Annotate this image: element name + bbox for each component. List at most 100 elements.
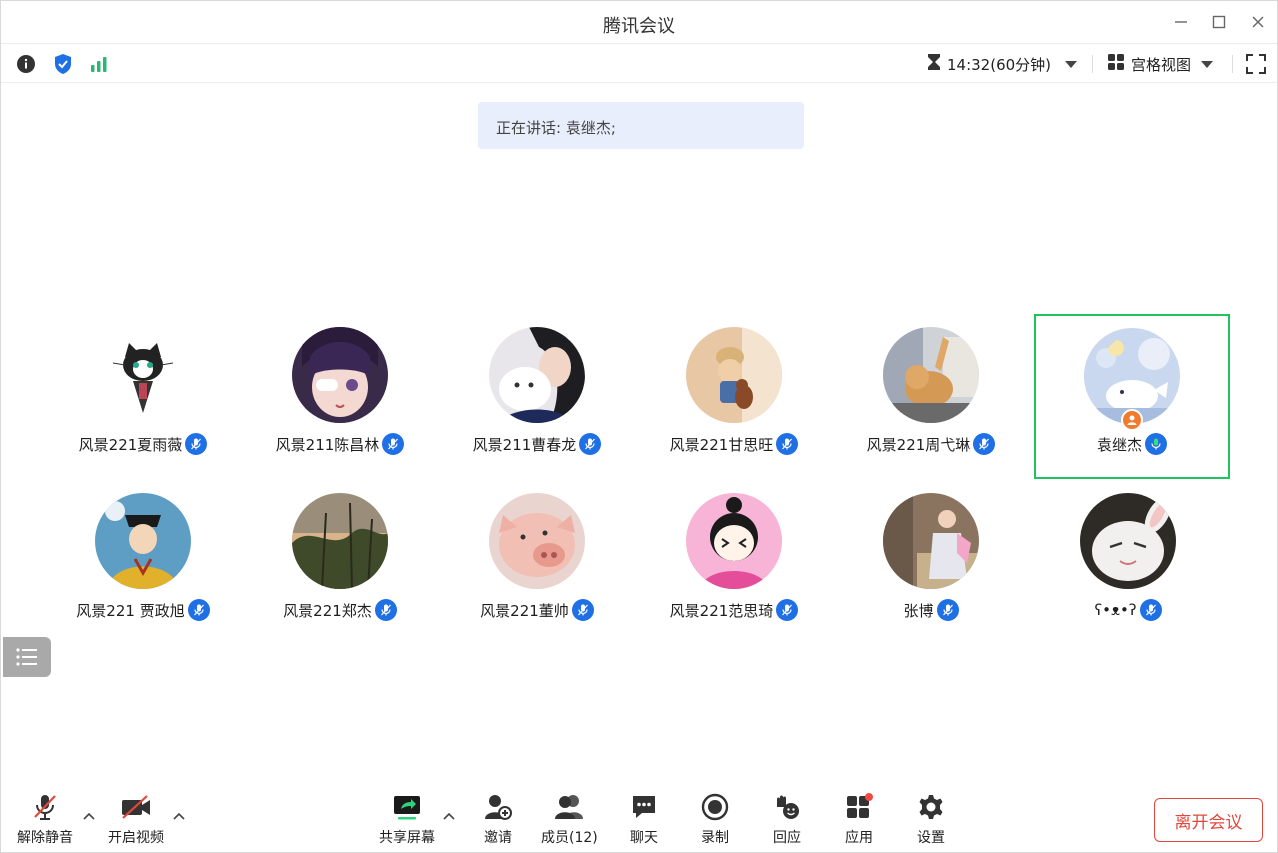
apps-label: 应用 — [845, 830, 873, 846]
chat-button[interactable]: 聊天 — [627, 791, 661, 847]
mic-muted-icon — [571, 599, 594, 621]
participant-name-row: 风景221夏雨薇 — [45, 433, 241, 455]
mic-muted-icon — [776, 433, 799, 455]
settings-label: 设置 — [917, 830, 945, 846]
apps-button[interactable]: 应用 — [842, 791, 876, 847]
participant-name-row: 风景221 贾政旭 — [45, 599, 241, 621]
mic-muted-icon — [579, 433, 602, 455]
mic-off-icon — [28, 791, 62, 823]
participant-name: 风景221郑杰 — [283, 601, 372, 620]
participant-tile[interactable]: 风景221 贾政旭 — [45, 481, 241, 646]
participant-name: 袁继杰 — [1096, 435, 1142, 454]
share-screen-button[interactable]: 共享屏幕 — [379, 791, 435, 847]
fullscreen-icon — [1246, 54, 1266, 74]
mic-muted-icon — [973, 433, 996, 455]
participant-name-row: 风景221董帅 — [439, 599, 635, 621]
fullscreen-button[interactable] — [1245, 53, 1267, 75]
participant-tile[interactable]: 风景221甘思旺 — [636, 315, 832, 480]
chevron-up-icon[interactable] — [172, 811, 186, 821]
participant-name-row: 风景221周弋琳 — [833, 433, 1029, 455]
meeting-timer[interactable]: 14:32(60分钟) — [927, 53, 1078, 75]
avatar — [292, 493, 388, 589]
members-icon — [552, 791, 586, 823]
participant-name: 风景211陈昌林 — [275, 435, 380, 454]
minimize-button[interactable] — [1169, 11, 1193, 33]
chevron-up-icon[interactable] — [82, 811, 96, 821]
react-hand-icon — [770, 791, 804, 823]
shield-icon[interactable] — [52, 53, 74, 75]
mic-muted-icon — [187, 599, 210, 621]
participant-tile[interactable]: 风景221夏雨薇 — [45, 315, 241, 480]
chevron-down-icon — [1065, 60, 1078, 68]
mic-muted-icon — [185, 433, 208, 455]
share-screen-icon — [390, 791, 424, 823]
invite-button[interactable]: 邀请 — [481, 791, 515, 847]
participant-name-row: 风景221甘思旺 — [636, 433, 832, 455]
react-button[interactable]: 回应 — [770, 791, 804, 847]
chevron-down-icon — [1201, 60, 1214, 68]
participant-name: 风景221董帅 — [480, 601, 569, 620]
participant-tile[interactable]: 风景221范思琦 — [636, 481, 832, 646]
gear-icon — [914, 791, 948, 823]
chevron-up-icon[interactable] — [442, 811, 456, 821]
avatar — [686, 327, 782, 423]
members-button[interactable]: 成员(12) — [541, 791, 598, 847]
meeting-window: 腾讯会议 14:32(60分钟) 宫格视图 正在讲话: 袁继杰; 风景221夏雨… — [0, 0, 1278, 853]
signal-icon[interactable] — [88, 53, 110, 75]
speaking-indicator: 正在讲话: 袁继杰; — [478, 102, 804, 149]
leave-meeting-button[interactable]: 离开会议 — [1154, 798, 1263, 842]
participant-name-row: 袁继杰 — [1036, 433, 1228, 455]
record-button[interactable]: 录制 — [698, 791, 732, 847]
avatar — [1080, 493, 1176, 589]
settings-button[interactable]: 设置 — [914, 791, 948, 847]
participant-tile[interactable]: ʕ•ᴥ•ʔ — [1030, 481, 1226, 646]
participant-name-row: 风景221郑杰 — [242, 599, 438, 621]
react-label: 回应 — [773, 830, 801, 846]
info-icon[interactable] — [15, 53, 37, 75]
view-layout-button[interactable]: 宫格视图 — [1107, 53, 1214, 75]
record-icon — [698, 791, 732, 823]
invite-user-icon — [481, 791, 515, 823]
members-label: 成员(12) — [541, 830, 598, 846]
unmute-button[interactable]: 解除静音 — [17, 791, 73, 847]
participant-name: 风景221夏雨薇 — [78, 435, 183, 454]
hourglass-icon — [927, 53, 941, 75]
maximize-button[interactable] — [1207, 11, 1231, 33]
avatar — [95, 493, 191, 589]
grid-icon — [1107, 53, 1125, 75]
host-badge-icon — [1121, 409, 1143, 431]
close-button[interactable] — [1246, 11, 1270, 33]
participant-tile[interactable]: 风景221周弋琳 — [833, 315, 1029, 480]
divider — [1092, 55, 1093, 73]
participant-name-row: ʕ•ᴥ•ʔ — [1030, 599, 1226, 621]
participant-tile[interactable]: 风景211曹春龙 — [439, 315, 635, 480]
participant-name-row: 风景211曹春龙 — [439, 433, 635, 455]
participant-tile[interactable]: 风景221郑杰 — [242, 481, 438, 646]
participant-tile[interactable]: 风景211陈昌林 — [242, 315, 438, 480]
participant-name: 风景221甘思旺 — [669, 435, 774, 454]
participant-name: 张博 — [903, 601, 934, 620]
view-layout-label: 宫格视图 — [1131, 55, 1192, 74]
chat-icon — [627, 791, 661, 823]
participant-name: 风景221范思琦 — [669, 601, 774, 620]
participant-tile[interactable]: 风景221董帅 — [439, 481, 635, 646]
participant-name-row: 风景211陈昌林 — [242, 433, 438, 455]
video-off-icon — [119, 791, 153, 823]
record-label: 录制 — [701, 830, 729, 846]
member-list-toggle-button[interactable] — [3, 637, 51, 677]
mic-active-icon — [1145, 433, 1167, 455]
title-bar: 腾讯会议 — [1, 1, 1277, 44]
mic-muted-icon — [382, 433, 405, 455]
invite-label: 邀请 — [484, 830, 512, 846]
divider — [1232, 55, 1233, 73]
start-video-label: 开启视频 — [108, 830, 164, 846]
share-screen-label: 共享屏幕 — [379, 830, 435, 846]
participant-tile[interactable]: 张博 — [833, 481, 1029, 646]
participant-tile-active-speaker[interactable]: 袁继杰 — [1034, 314, 1230, 479]
meeting-info-bar: 14:32(60分钟) 宫格视图 — [1, 44, 1277, 83]
chat-label: 聊天 — [630, 830, 658, 846]
avatar — [292, 327, 388, 423]
start-video-button[interactable]: 开启视频 — [108, 791, 164, 847]
participant-name: ʕ•ᴥ•ʔ — [1094, 601, 1137, 619]
mic-muted-icon — [776, 599, 799, 621]
